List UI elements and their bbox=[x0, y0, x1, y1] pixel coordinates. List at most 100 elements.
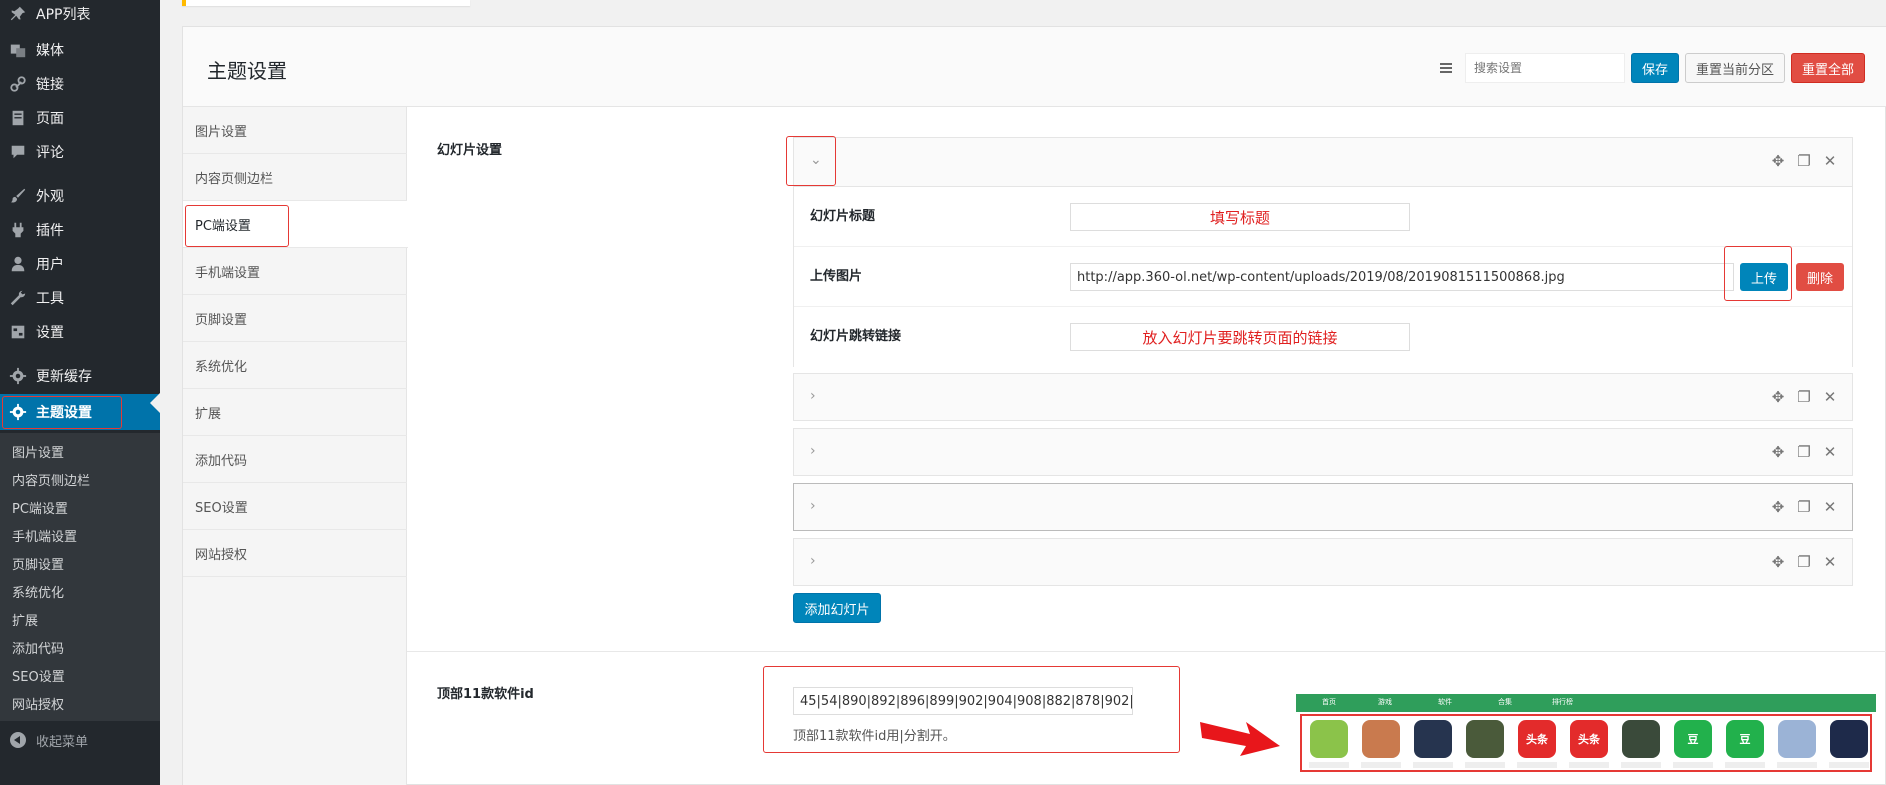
menu-label: 链接 bbox=[36, 77, 64, 93]
menu-item-app-list[interactable]: APP列表 bbox=[0, 0, 160, 28]
app-caption bbox=[1621, 762, 1661, 768]
reset-section-button[interactable]: 重置当前分区 bbox=[1685, 53, 1785, 83]
slide-title-input[interactable]: 填写标题 bbox=[1070, 203, 1410, 231]
menu-item-tools[interactable]: 工具 bbox=[0, 284, 160, 312]
app-icon: 头条 bbox=[1518, 720, 1556, 758]
preview-apps-box: 头条 头条 豆豆 bbox=[1300, 714, 1872, 772]
section-tab-images[interactable]: 图片设置 bbox=[183, 107, 407, 154]
app-caption bbox=[1465, 762, 1505, 768]
move-icon[interactable]: ✥ bbox=[1770, 499, 1786, 515]
delete-button[interactable]: 删除 bbox=[1796, 263, 1844, 291]
slide-group-header[interactable]: ⌄ ✥ ❐ ✕ bbox=[794, 138, 1852, 186]
collapse-menu-button[interactable]: 收起菜单 bbox=[0, 725, 160, 755]
slides-field-label: 幻灯片设置 bbox=[437, 143, 503, 158]
app-icon bbox=[1466, 720, 1504, 758]
slide-group-3[interactable]: › ✥ ❐ ✕ bbox=[793, 428, 1853, 476]
preview-image: 首页 游戏 软件 合集 排行榜 头条 头条 豆豆 bbox=[1296, 694, 1876, 785]
menu-item-media[interactable]: 媒体 bbox=[0, 36, 160, 64]
slide-group-5[interactable]: › ✥ ❐ ✕ bbox=[793, 538, 1853, 586]
top-ids-input[interactable]: 45|54|890|892|896|899|902|904|908|882|87… bbox=[793, 687, 1133, 715]
close-icon[interactable]: ✕ bbox=[1822, 389, 1838, 405]
menu-item-pages[interactable]: 页面 bbox=[0, 104, 160, 132]
slide-image-row: 上传图片 http://app.360-ol.net/wp-content/up… bbox=[794, 247, 1852, 307]
preview-tab: 排行榜 bbox=[1552, 698, 1573, 706]
panel-header: 主题设置 保存 重置当前分区 重置全部 bbox=[183, 27, 1886, 107]
page-title: 主题设置 bbox=[207, 59, 287, 83]
submenu-item[interactable]: 页脚设置 bbox=[12, 554, 64, 573]
slide-image-url-input[interactable]: http://app.360-ol.net/wp-content/uploads… bbox=[1070, 263, 1734, 291]
wrench-icon bbox=[0, 289, 36, 307]
submenu-item[interactable]: 网站授权 bbox=[12, 694, 64, 713]
chevron-right-icon[interactable]: › bbox=[810, 443, 816, 459]
add-slide-button[interactable]: 添加幻灯片 bbox=[793, 593, 881, 623]
move-icon[interactable]: ✥ bbox=[1770, 389, 1786, 405]
copy-icon[interactable]: ❐ bbox=[1796, 389, 1812, 405]
submenu-item[interactable]: SEO设置 bbox=[12, 666, 65, 685]
app-icon: 豆 bbox=[1726, 720, 1764, 758]
save-button[interactable]: 保存 bbox=[1631, 53, 1679, 83]
submenu-item[interactable]: PC端设置 bbox=[12, 498, 68, 517]
menu-label: 用户 bbox=[36, 257, 64, 273]
section-tab-mobile[interactable]: 手机端设置 bbox=[183, 248, 407, 295]
menu-item-links[interactable]: 链接 bbox=[0, 70, 160, 98]
menu-item-update-cache[interactable]: 更新缓存 bbox=[0, 362, 160, 390]
move-icon[interactable]: ✥ bbox=[1770, 554, 1786, 570]
copy-icon[interactable]: ❐ bbox=[1796, 444, 1812, 460]
close-icon[interactable]: ✕ bbox=[1822, 444, 1838, 460]
submenu-item[interactable]: 内容页侧边栏 bbox=[12, 470, 90, 489]
copy-icon[interactable]: ❐ bbox=[1796, 153, 1812, 169]
section-tab-optimize[interactable]: 系统优化 bbox=[183, 342, 407, 389]
slide-group-2[interactable]: › ✥ ❐ ✕ bbox=[793, 373, 1853, 421]
gear-icon bbox=[0, 403, 36, 421]
preview-tab: 首页 bbox=[1322, 698, 1336, 706]
search-input[interactable] bbox=[1465, 53, 1625, 83]
menu-item-plugins[interactable]: 插件 bbox=[0, 216, 160, 244]
app-icon bbox=[1362, 720, 1400, 758]
page-icon bbox=[0, 109, 36, 127]
menu-label: 评论 bbox=[36, 145, 64, 161]
settings-icon bbox=[0, 323, 36, 341]
move-icon[interactable]: ✥ bbox=[1770, 444, 1786, 460]
section-tab-extend[interactable]: 扩展 bbox=[183, 389, 407, 436]
menu-item-appearance[interactable]: 外观 bbox=[0, 182, 160, 210]
chevron-right-icon[interactable]: › bbox=[810, 388, 816, 404]
submenu-item[interactable]: 添加代码 bbox=[12, 638, 64, 657]
submenu-item[interactable]: 扩展 bbox=[12, 610, 38, 629]
copy-icon[interactable]: ❐ bbox=[1796, 554, 1812, 570]
menu-item-theme-settings[interactable]: 主题设置 bbox=[0, 394, 160, 430]
app-caption bbox=[1413, 762, 1453, 768]
expand-sections-icon[interactable] bbox=[1431, 53, 1461, 83]
section-tab-footer[interactable]: 页脚设置 bbox=[183, 295, 407, 342]
menu-item-comments[interactable]: 评论 bbox=[0, 138, 160, 166]
chevron-right-icon[interactable]: › bbox=[810, 553, 816, 569]
slide-link-input[interactable]: 放入幻灯片要跳转页面的链接 bbox=[1070, 323, 1410, 351]
app-icon: 豆 bbox=[1674, 720, 1712, 758]
chevron-down-icon[interactable]: ⌄ bbox=[810, 152, 822, 168]
submenu-item[interactable]: 手机端设置 bbox=[12, 526, 77, 545]
section-tab-add-code[interactable]: 添加代码 bbox=[183, 436, 407, 483]
close-icon[interactable]: ✕ bbox=[1822, 153, 1838, 169]
user-icon bbox=[0, 255, 36, 273]
section-tab-seo[interactable]: SEO设置 bbox=[183, 483, 407, 530]
menu-item-users[interactable]: 用户 bbox=[0, 250, 160, 278]
close-icon[interactable]: ✕ bbox=[1822, 499, 1838, 515]
menu-label: 插件 bbox=[36, 223, 64, 239]
arrow-right-icon bbox=[1200, 722, 1280, 756]
submenu-item[interactable]: 图片设置 bbox=[12, 442, 64, 461]
upload-button[interactable]: 上传 bbox=[1740, 263, 1788, 291]
section-tab-content-sidebar[interactable]: 内容页侧边栏 bbox=[183, 154, 407, 201]
copy-icon[interactable]: ❐ bbox=[1796, 499, 1812, 515]
close-icon[interactable]: ✕ bbox=[1822, 554, 1838, 570]
section-tab-pc[interactable]: PC端设置 bbox=[183, 201, 408, 248]
menu-item-settings[interactable]: 设置 bbox=[0, 318, 160, 346]
plugin-icon bbox=[0, 221, 36, 239]
notice-stub bbox=[182, 0, 470, 6]
link-icon bbox=[0, 75, 36, 93]
section-tab-license[interactable]: 网站授权 bbox=[183, 530, 407, 577]
reset-all-button[interactable]: 重置全部 bbox=[1791, 53, 1865, 83]
chevron-right-icon[interactable]: › bbox=[810, 498, 816, 514]
app-icon bbox=[1310, 720, 1348, 758]
submenu-item[interactable]: 系统优化 bbox=[12, 582, 64, 601]
slide-group-4[interactable]: › ✥ ❐ ✕ bbox=[793, 483, 1853, 531]
move-icon[interactable]: ✥ bbox=[1770, 153, 1786, 169]
